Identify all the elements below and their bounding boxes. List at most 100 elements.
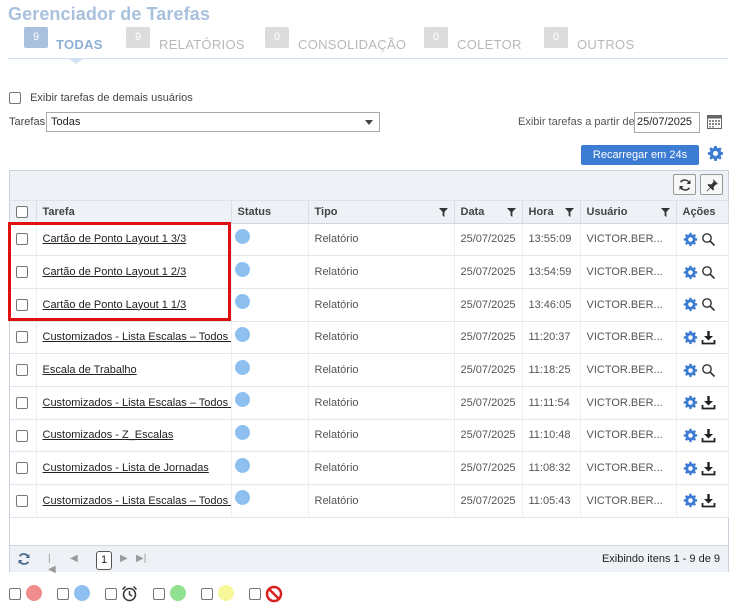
tarefas-select[interactable]: Todas [46,112,380,132]
legend-checkbox[interactable] [105,588,117,600]
tab-bar: 9 TODAS 9 RELATÓRIOS 0 CONSOLIDAÇÃO 0 CO… [8,27,728,64]
status-dot-icon [234,327,250,342]
filter-icon[interactable] [660,208,670,217]
tarefas-select-value: Todas [51,116,81,128]
row-checkbox[interactable] [16,462,28,475]
date-filter-label: Exibir tarefas a partir de [518,116,635,128]
column-header-usuario[interactable]: Usuário [580,201,677,224]
active-tab-arrow [68,58,84,64]
alarm-clock-icon [121,585,138,602]
gear-icon[interactable] [683,461,698,476]
table-row[interactable]: Escala de Trabalho Relatório 25/07/2025 11:… [10,353,729,387]
table-row[interactable]: Customizados - Lista Escalas – Todos c Re… [10,484,729,518]
gear-icon[interactable] [683,493,698,508]
download-icon[interactable] [701,330,716,345]
tab-relatorios[interactable]: 9 RELATÓRIOS [126,27,246,58]
legend-checkbox[interactable] [57,588,69,600]
page-title: Gerenciador de Tarefas [8,4,210,24]
search-icon[interactable] [701,297,716,312]
gear-icon[interactable] [683,330,698,345]
status-dot-icon [234,425,250,441]
search-icon[interactable] [701,363,716,378]
tab-todas[interactable]: 9 TODAS [20,27,110,64]
tab-outros[interactable]: 0 OUTROS [544,27,644,58]
task-link[interactable]: Customizados - Lista Escalas – Todos c [43,495,231,507]
refresh-icon[interactable] [17,552,31,566]
tab-label: RELATÓRIOS [159,37,245,52]
download-icon[interactable] [701,428,716,443]
task-link[interactable]: Customizados - Lista Escalas – Todos c [43,397,231,409]
cell-tipo: Relatório [308,255,455,289]
cell-tarefa: Customizados - Lista Escalas – Todos c [36,484,232,518]
status-dot-icon [234,359,250,375]
current-page-button[interactable]: 1 [96,551,112,570]
filter-icon[interactable] [438,208,448,217]
column-header-data[interactable]: Data [454,201,523,224]
cell-data: 25/07/2025 [454,451,523,485]
legend-checkbox[interactable] [249,588,261,600]
filter-icon[interactable] [506,208,516,217]
gear-icon[interactable] [683,297,698,312]
other-users-checkbox[interactable] [9,92,21,105]
tab-count: 0 [424,27,448,48]
task-link[interactable]: Customizados - Z_Escalas [43,429,174,441]
gear-icon[interactable] [707,145,724,162]
gear-icon[interactable] [683,363,698,378]
row-checkbox[interactable] [16,494,28,507]
row-checkbox[interactable] [16,396,28,409]
tab-coletor[interactable]: 0 COLETOR [424,27,524,58]
status-dot-icon [234,392,250,408]
calendar-icon[interactable] [707,114,722,129]
task-link[interactable]: Escala de Trabalho [43,364,137,376]
table-row[interactable]: Customizados - Z_Escalas Relatório 25/07/2… [10,419,729,453]
refresh-icon [679,179,691,191]
refresh-grid-button[interactable] [673,174,696,195]
cell-hora: 13:55:09 [522,223,581,257]
first-page-icon[interactable]: |◀ [48,553,56,575]
tab-label: TODAS [56,37,103,52]
legend-checkbox[interactable] [201,588,213,600]
date-input[interactable]: 25/07/2025 [634,112,700,133]
next-page-icon[interactable]: ▶ [120,553,128,564]
column-header-tarefa[interactable]: Tarefa [36,201,232,224]
blue-dot-icon [74,585,90,601]
gear-icon[interactable] [683,428,698,443]
table-row[interactable]: Customizados - Lista Escalas – Todos c Re… [10,386,729,420]
gear-icon[interactable] [683,265,698,280]
row-checkbox[interactable] [16,429,28,442]
cell-usuario: VICTOR.BER... [580,451,677,485]
reload-button[interactable]: Recarregar em 24s [581,145,699,165]
table-row[interactable]: Customizados - Lista de Jornadas Relatóri… [10,451,729,485]
task-link[interactable]: Customizados - Lista de Jornadas [43,462,209,474]
cell-hora: 11:10:48 [522,419,581,453]
prev-page-icon[interactable]: ◀ [70,553,78,564]
last-page-icon[interactable]: ▶| [136,553,146,564]
download-icon[interactable] [701,493,716,508]
task-link[interactable]: Customizados - Lista Escalas – Todos c [43,331,231,343]
tab-label: CONSOLIDAÇÃO [298,37,407,52]
column-header-status[interactable]: Status [231,201,309,224]
row-checkbox[interactable] [16,364,28,377]
search-icon[interactable] [701,265,716,280]
download-icon[interactable] [701,395,716,410]
download-icon[interactable] [701,461,716,476]
legend-checkbox[interactable] [9,588,21,600]
search-icon[interactable] [701,232,716,247]
table-row[interactable]: Customizados - Lista Escalas – Todos c Re… [10,321,729,355]
column-header-hora[interactable]: Hora [522,201,581,224]
select-all-checkbox[interactable] [16,205,28,218]
legend-checkbox[interactable] [153,588,165,600]
cell-acoes [676,288,729,322]
row-checkbox[interactable] [16,331,28,344]
filter-icon[interactable] [564,208,574,217]
table-header-row: Tarefa Status Tipo Data Hora Usuário Açõ… [10,201,729,224]
tab-consolidacao[interactable]: 0 CONSOLIDAÇÃO [265,27,407,58]
gear-icon[interactable] [683,395,698,410]
cell-data: 25/07/2025 [454,353,523,387]
gear-icon[interactable] [683,232,698,247]
column-header-tipo[interactable]: Tipo [308,201,455,224]
pin-button[interactable] [700,174,723,195]
cell-usuario: VICTOR.BER... [580,353,677,387]
tab-label: COLETOR [457,37,522,52]
column-header-label: Tipo [314,205,338,218]
